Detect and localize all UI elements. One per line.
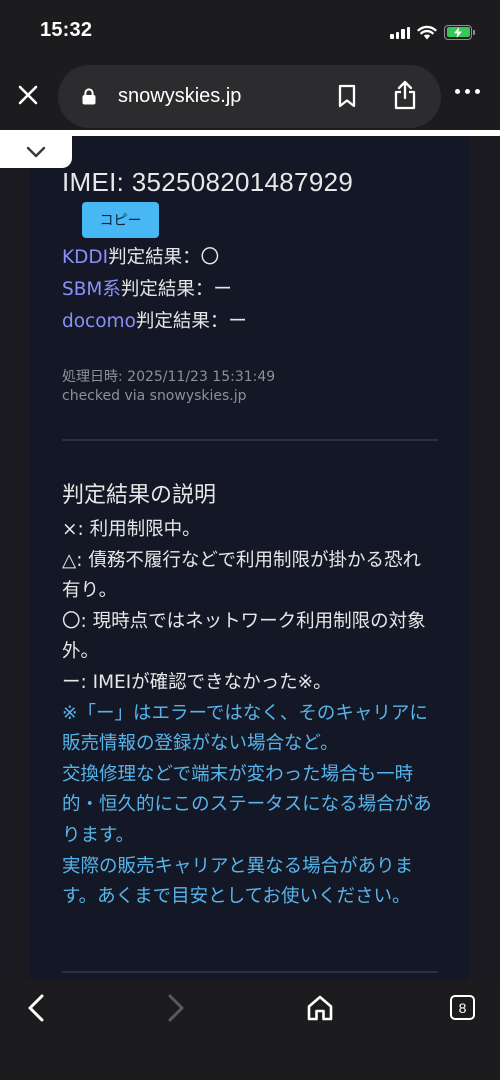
result-docomo-text: 判定結果：ー bbox=[135, 311, 247, 332]
legend-unknown: ー: IMEIが確認できなかった※。 bbox=[62, 671, 332, 693]
note-disclaimer: 実際の販売キャリアと異なる場合があります。あくまで目安としてお使いください。 bbox=[62, 855, 414, 908]
bottom-divider bbox=[62, 971, 438, 973]
page-viewport[interactable]: IMEI: 352508201487929 コピー KDDI判定結果：〇 SBM… bbox=[0, 130, 500, 980]
bottom-toolbar: 8 bbox=[0, 980, 500, 1080]
imei-number: IMEI: 352508201487929 bbox=[62, 167, 354, 197]
close-icon bbox=[18, 85, 38, 105]
carrier-link-docomo[interactable]: docomo bbox=[62, 311, 136, 332]
checked-via-text: checked via snowyskies.jp bbox=[62, 388, 247, 404]
status-icons bbox=[390, 21, 475, 43]
explanation-heading: 判定結果の説明 bbox=[62, 483, 217, 508]
result-kddi-text: 判定結果：〇 bbox=[108, 247, 220, 268]
lock-icon bbox=[82, 88, 96, 105]
legend-ok: 〇: 現時点ではネットワーク利用制限の対象外。 bbox=[62, 610, 426, 663]
legend-list: ×: 利用制限中。 △: 債務不履行などで利用制限が掛かる恐れ有り。 〇: 現時… bbox=[62, 515, 434, 913]
legend-risk: △: 債務不履行などで利用制限が掛かる恐れ有り。 bbox=[62, 549, 421, 602]
bookmark-button[interactable] bbox=[338, 84, 356, 112]
address-bar[interactable]: snowyskies.jp bbox=[58, 65, 441, 128]
signal-icon bbox=[390, 25, 410, 39]
section-divider bbox=[62, 439, 438, 441]
collapse-toolbar-button[interactable] bbox=[0, 136, 72, 168]
bookmark-icon bbox=[338, 84, 356, 108]
browser-toolbar: snowyskies.jp bbox=[0, 62, 500, 130]
legend-restricted: ×: 利用制限中。 bbox=[62, 519, 201, 540]
result-docomo: docomo判定結果：ー bbox=[62, 307, 247, 333]
result-kddi: KDDI判定結果：〇 bbox=[62, 243, 219, 269]
result-sbm: SBM系判定結果：ー bbox=[62, 275, 232, 301]
status-time: 15:32 bbox=[40, 19, 93, 41]
note-error: ※「ー」はエラーではなく、そのキャリアに販売情報の登録がない場合など。 bbox=[62, 702, 428, 755]
url-text: snowyskies.jp bbox=[118, 85, 242, 107]
status-bar: 15:32 bbox=[0, 0, 500, 62]
forward-button[interactable] bbox=[164, 992, 188, 1028]
chevron-down-icon bbox=[26, 146, 46, 158]
back-button[interactable] bbox=[24, 992, 48, 1028]
close-button[interactable] bbox=[12, 79, 44, 111]
carrier-link-sbm[interactable]: SBM系 bbox=[62, 279, 121, 300]
carrier-link-kddi[interactable]: KDDI bbox=[62, 247, 108, 268]
home-icon bbox=[307, 995, 333, 1021]
processed-timestamp: 処理日時: 2025/11/23 15:31:49 bbox=[62, 369, 276, 385]
more-icon bbox=[455, 89, 460, 94]
more-button[interactable] bbox=[455, 89, 480, 94]
share-button[interactable] bbox=[393, 80, 417, 114]
battery-charging-icon bbox=[444, 24, 475, 40]
back-arrow-icon bbox=[28, 994, 44, 1022]
copy-button[interactable]: コピー bbox=[82, 202, 159, 238]
home-button[interactable] bbox=[304, 992, 336, 1028]
tabs-button[interactable]: 8 bbox=[450, 995, 475, 1020]
tab-count: 8 bbox=[458, 999, 467, 1016]
forward-arrow-icon bbox=[168, 994, 184, 1022]
result-sbm-text: 判定結果：ー bbox=[120, 279, 232, 300]
note-replacement: 交換修理などで端末が変わった場合も一時的・恒久的にこのステータスになる場合があり… bbox=[62, 763, 432, 846]
wifi-icon bbox=[417, 25, 437, 39]
share-icon bbox=[394, 80, 416, 110]
